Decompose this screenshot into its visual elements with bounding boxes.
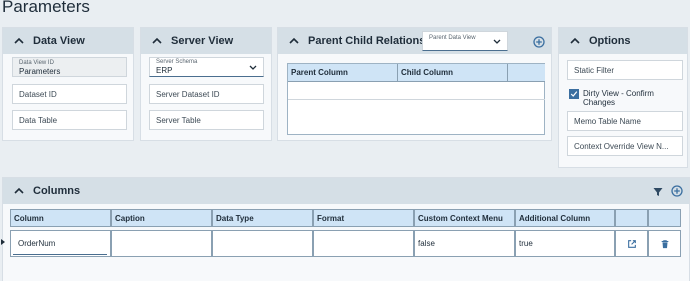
server-table-input[interactable]: Server Table [149,110,264,130]
dataset-id-input[interactable]: Dataset ID [12,84,127,104]
cell-delete [648,230,681,257]
context-override-input[interactable]: Context Override View N... [567,136,683,156]
relationships-header[interactable]: Parent Child Relationships [278,28,551,54]
dirty-view-label: Dirty View - Confirm Changes [583,89,654,107]
chevron-up-icon[interactable] [13,35,25,47]
grid-header-format[interactable]: Format [313,209,414,227]
server-schema-label: Server Schema [156,59,198,65]
data-view-id-value: Parameters [19,66,61,76]
add-circle-icon[interactable] [671,185,683,197]
cell-data-type[interactable] [212,230,313,257]
server-view-panel: Server View Server Schema ERP Server Dat… [140,27,272,141]
grid-header-custom-context-menu[interactable]: Custom Context Menu [414,209,515,227]
cell-custom-context-menu[interactable]: false [414,230,515,257]
server-schema-value: ERP [156,66,173,75]
parent-data-view-select[interactable]: Parent Data View [422,31,508,51]
columns-title: Columns [33,185,81,197]
data-view-panel: Data View Data View ID Parameters Datase… [2,27,134,141]
chevron-up-icon[interactable] [13,185,25,197]
data-view-title: Data View [33,35,85,47]
row-pointer-icon [1,239,5,245]
relationships-table: Parent Column Child Column [287,63,545,135]
grid-header-column[interactable]: Column [10,209,111,227]
options-title: Options [589,35,631,47]
add-circle-icon[interactable] [533,36,545,48]
relationships-header-child[interactable]: Child Column [398,64,508,82]
filter-icon[interactable] [652,186,664,198]
chevron-up-icon[interactable] [288,35,300,47]
page-title: Parameters [2,0,90,16]
memo-table-input[interactable]: Memo Table Name [567,111,683,131]
dirty-view-checkbox[interactable] [569,89,579,99]
external-link-icon[interactable] [627,239,637,249]
grid-header-edit [615,209,648,227]
columns-header[interactable]: Columns [3,178,689,204]
column-input[interactable]: OrderNum [13,233,107,255]
columns-grid: Column Caption Data Type Format Custom C… [1,209,682,258]
options-header[interactable]: Options [559,28,687,54]
grid-header-additional-column[interactable]: Additional Column [515,209,615,227]
chevron-down-icon[interactable] [249,65,257,71]
cell-column[interactable]: OrderNum [10,230,111,257]
data-view-id-field[interactable]: Data View ID Parameters [12,57,127,77]
relationships-panel: Parent Child Relationships Parent Data V… [277,27,552,141]
cell-additional-column[interactable]: true [515,230,615,257]
server-view-title: Server View [171,35,234,47]
checkbox-checked-icon [570,91,578,97]
options-panel: Options Static Filter Dirty View - Confi… [558,27,688,168]
cell-format[interactable] [313,230,414,257]
parent-data-view-label: Parent Data View [429,35,476,41]
relationships-header-action [508,64,545,82]
chevron-up-icon[interactable] [569,35,581,47]
data-view-id-label: Data View ID [19,59,54,66]
grid-header-caption[interactable]: Caption [111,209,212,227]
data-view-header[interactable]: Data View [3,28,133,54]
cell-caption[interactable] [111,230,212,257]
grid-header-data-type[interactable]: Data Type [212,209,313,227]
server-schema-select[interactable]: Server Schema ERP [149,57,264,77]
data-table-input[interactable]: Data Table [12,110,127,130]
trash-icon[interactable] [660,239,670,249]
chevron-down-icon[interactable] [493,39,501,45]
grid-header-delete [648,209,681,227]
server-view-header[interactable]: Server View [141,28,271,54]
relationships-empty-row [288,82,545,100]
relationships-header-parent[interactable]: Parent Column [288,64,398,82]
cell-edit [615,230,648,257]
chevron-up-icon[interactable] [151,35,163,47]
static-filter-input[interactable]: Static Filter [567,60,683,80]
server-dataset-id-input[interactable]: Server Dataset ID [149,84,264,104]
